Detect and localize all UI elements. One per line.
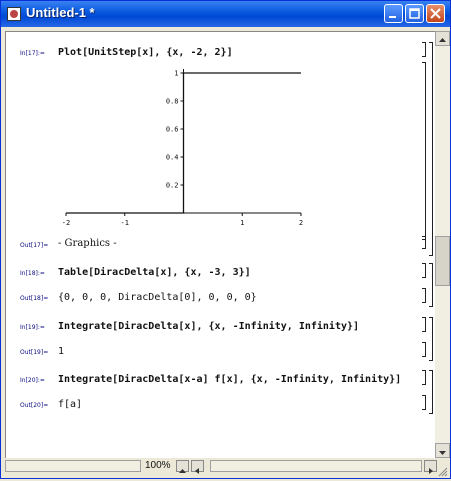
cell-bracket[interactable] — [422, 236, 426, 249]
close-button[interactable] — [426, 4, 445, 23]
title-bar[interactable]: Untitled-1 * — [1, 1, 450, 27]
cell-label-out17: Out[17]= — [20, 242, 49, 249]
cell-label-in20: In[20]:= — [20, 377, 45, 384]
cell-bracket[interactable] — [422, 288, 426, 303]
cell-label-in19: In[19]:= — [20, 324, 45, 331]
maximize-button[interactable] — [405, 4, 424, 23]
input-cell-in19[interactable]: Integrate[DiracDelta[x], {x, -Infinity, … — [58, 321, 359, 332]
cell-bracket[interactable] — [422, 42, 426, 57]
x-tick-label: 1 — [240, 219, 244, 227]
output-cell-out20: f[a] — [58, 399, 83, 410]
notebook-content[interactable]: In[17]:= Plot[UnitStep[x], {x, -2, 2}] -… — [5, 31, 435, 458]
y-tick-label: 1 — [174, 70, 178, 78]
y-tick-label: 0.2 — [166, 182, 179, 190]
group-bracket[interactable] — [429, 42, 433, 256]
cell-bracket[interactable] — [422, 395, 426, 410]
notebook-window: Untitled-1 * In[17]:= Plot[UnitStep[x], … — [0, 0, 451, 479]
scroll-thumb[interactable] — [435, 236, 450, 286]
y-tick-label: 0.6 — [166, 126, 179, 134]
output-cell-out19: 1 — [58, 346, 65, 357]
x-tick-label: -2 — [62, 219, 70, 227]
input-cell-in17[interactable]: Plot[UnitStep[x], {x, -2, 2}] — [58, 47, 233, 58]
cell-label-out19: Out[19]= — [20, 349, 49, 356]
x-tick-label: -1 — [121, 219, 129, 227]
vertical-scrollbar[interactable] — [435, 31, 450, 458]
input-cell-in20[interactable]: Integrate[DiracDelta[x-a] f[x], {x, -Inf… — [58, 374, 401, 385]
scroll-up-button[interactable] — [435, 31, 450, 46]
scroll-down-button[interactable] — [435, 443, 450, 458]
input-cell-in18[interactable]: Table[DiracDelta[x], {x, -3, 3}] — [58, 267, 251, 278]
horizontal-scroll-track[interactable] — [210, 460, 422, 472]
output-cell-out17: - Graphics - — [58, 238, 117, 249]
cell-bracket[interactable] — [422, 370, 426, 385]
cell-bracket[interactable] — [422, 317, 426, 332]
minimize-button[interactable] — [384, 4, 403, 23]
maximize-icon — [409, 8, 420, 19]
arrow-right-icon — [429, 468, 433, 474]
zoom-up-button[interactable] — [176, 460, 189, 473]
plot-ticks: -2 -1 1 2 1 0.8 0.6 0.4 0.2 — [62, 70, 303, 228]
arrow-up-icon — [439, 38, 446, 42]
unitstep-line — [66, 72, 301, 214]
y-tick-label: 0.8 — [166, 98, 179, 106]
y-tick-label: 0.4 — [166, 154, 179, 162]
mathematica-icon — [7, 7, 21, 21]
scroll-left-button[interactable] — [191, 460, 204, 474]
resize-grip-icon[interactable] — [438, 462, 448, 477]
x-tick-label: 2 — [299, 219, 303, 227]
minimize-icon — [389, 16, 396, 18]
cell-bracket[interactable] — [422, 62, 426, 240]
group-bracket[interactable] — [429, 263, 433, 307]
arrow-left-icon — [195, 468, 199, 474]
output-cell-out18: {0, 0, 0, DiracDelta[0], 0, 0, 0} — [58, 292, 257, 303]
cell-bracket[interactable] — [422, 342, 426, 357]
cell-label-in18: In[18]:= — [20, 270, 45, 277]
cell-bracket[interactable] — [422, 263, 426, 278]
status-area — [5, 460, 141, 472]
cell-label-out20: Out[20]= — [20, 402, 49, 409]
group-bracket[interactable] — [429, 370, 433, 414]
plot-series — [66, 72, 301, 214]
cell-label-in17: In[17]:= — [20, 50, 45, 57]
window-title: Untitled-1 * — [26, 5, 95, 20]
unitstep-plot: -2 -1 1 2 1 0.8 0.6 0.4 0.2 — [62, 69, 303, 228]
scroll-right-button[interactable] — [424, 460, 437, 474]
arrow-up-icon — [179, 469, 186, 473]
zoom-level[interactable]: 100% — [145, 460, 171, 471]
group-bracket[interactable] — [429, 317, 433, 361]
close-icon — [430, 8, 441, 19]
cell-label-out18: Out[18]= — [20, 295, 49, 302]
status-bar: 100% — [5, 458, 450, 477]
